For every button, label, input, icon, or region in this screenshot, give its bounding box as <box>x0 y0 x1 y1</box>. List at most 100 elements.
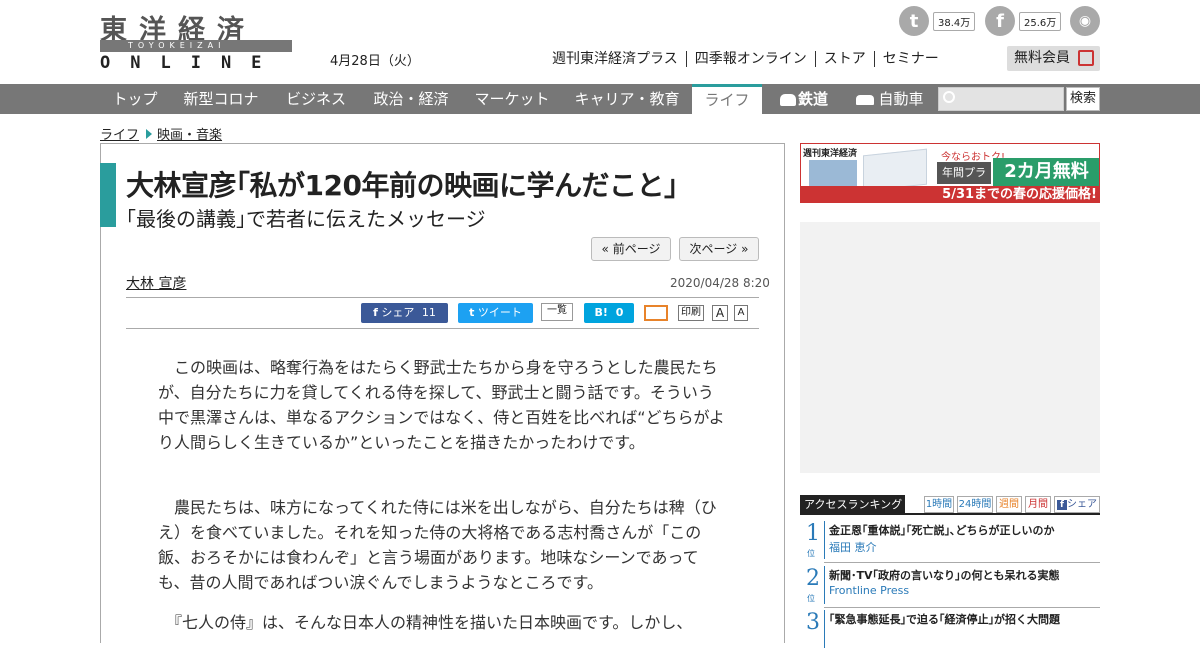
subscription-banner[interactable]: 週刊東洋経済 今ならおトク! 年間プラン 2カ月無料 5/31までの春の応援価格… <box>800 143 1100 203</box>
search-button[interactable]: 検索 <box>1066 87 1100 111</box>
prev-page-button[interactable]: « 前ページ <box>591 237 671 261</box>
breadcrumb: ライフ 映画・音楽 <box>100 124 222 143</box>
divider-top <box>126 297 759 298</box>
logo-online: ONLINE <box>100 53 282 73</box>
article-date: 2020/04/28 8:20 <box>670 276 770 290</box>
twitter-icon: t <box>899 6 929 36</box>
fb-share-count: 11 <box>421 306 436 319</box>
paragraph-2: 農民たちは、味方になってくれた侍には米を出しながら、自分たちは稗（ひえ）を食べて… <box>158 498 717 592</box>
rank-divider <box>824 610 825 648</box>
facebook-share-icon: f <box>373 306 378 319</box>
link-weekly-plus[interactable]: 週刊東洋経済プラス <box>552 51 686 67</box>
ranking-header: アクセスランキング 1時間 24時間 週間 月間 f シェア <box>800 495 1100 515</box>
rank-suffix: 位 <box>807 594 815 603</box>
font-small-button[interactable]: A <box>734 305 748 321</box>
ranking-tab-24h[interactable]: 24時間 <box>957 496 993 513</box>
ad-placeholder[interactable] <box>800 222 1100 473</box>
rank-number: 3 <box>806 610 820 635</box>
rank-number: 1 <box>806 521 820 546</box>
twitter-follow[interactable]: t 38.4万 <box>899 6 976 36</box>
link-seminar[interactable]: セミナー <box>873 51 947 67</box>
top-links: 週刊東洋経済プラス 四季報オンライン ストア セミナー <box>552 51 947 67</box>
member-label: 無料会員 <box>1014 50 1070 66</box>
hatena-label: B! <box>594 306 608 319</box>
rank-title[interactable]: 新聞･TV｢政府の言いなり｣の何とも呆れる実態 <box>829 567 1060 583</box>
search-icon <box>943 91 955 103</box>
link-shikiho[interactable]: 四季報オンライン <box>685 51 815 67</box>
ranking-tab-share[interactable]: f シェア <box>1054 496 1100 513</box>
breadcrumb-arrow-icon <box>146 129 153 139</box>
banner-brand: 週刊東洋経済 <box>803 149 858 159</box>
ranking-tab-month[interactable]: 月間 <box>1025 496 1051 513</box>
site-logo[interactable]: 東洋経済 TOYOKEIZAI ONLINE <box>100 8 292 73</box>
site-header: 東洋経済 TOYOKEIZAI ONLINE 4月28日（火） t 38.4万 … <box>0 0 1200 84</box>
ranking-tab-share-label: シェア <box>1067 499 1097 510</box>
train-icon <box>779 93 796 106</box>
facebook-count: 25.6万 <box>1019 11 1062 31</box>
rank-title[interactable]: 金正恩｢重体説｣｢死亡説｣､どちらが正しいのか <box>829 522 1055 538</box>
divider-bottom <box>126 328 759 329</box>
banner-bottom: 5/31までの春の応援価格! <box>801 186 1099 202</box>
ranking-item[interactable]: 1 位 金正恩｢重体説｣｢死亡説｣､どちらが正しいのか 福田 恵介 <box>800 519 1100 563</box>
banner-plan: 年間プラン <box>937 162 991 201</box>
article-subtitle: ｢最後の講義｣で若者に伝えたメッセージ <box>126 207 486 231</box>
ranking-item[interactable]: 2 位 新聞･TV｢政府の言いなり｣の何とも呆れる実態 Frontline Pr… <box>800 564 1100 608</box>
rank-divider <box>824 566 825 604</box>
hatena-bookmark-button[interactable]: B! 0 <box>584 303 634 323</box>
ranking-tab-1h[interactable]: 1時間 <box>924 496 954 513</box>
free-member-button[interactable]: 無料会員 <box>1007 46 1100 71</box>
twitter-count: 38.4万 <box>933 11 976 31</box>
rank-author[interactable]: Frontline Press <box>829 584 909 597</box>
header-date: 4月28日（火） <box>330 54 420 69</box>
breadcrumb-life[interactable]: ライフ <box>100 128 139 143</box>
rank-number: 2 <box>806 566 820 591</box>
nav-market[interactable]: マーケット <box>462 84 562 114</box>
nav-car-label: 自動車 <box>878 90 924 108</box>
banner-offer: 2カ月無料 <box>993 158 1099 186</box>
nav-business[interactable]: ビジネス <box>274 84 358 114</box>
fb-share-label: シェア <box>381 306 415 319</box>
rank-suffix: 位 <box>807 549 815 558</box>
tweet-button[interactable]: t ツイート <box>458 303 533 323</box>
link-store[interactable]: ストア <box>814 51 874 67</box>
logo-sub: TOYOKEIZAI <box>128 41 226 50</box>
nav-railway-label: 鉄道 <box>797 90 828 108</box>
rank-divider <box>824 521 825 559</box>
facebook-share-button[interactable]: f シェア 11 <box>361 303 448 323</box>
nav-top[interactable]: トップ <box>100 84 170 114</box>
rank-author[interactable]: 福田 恵介 <box>829 539 877 555</box>
rank-title[interactable]: ｢緊急事態延長｣で迫る｢経済停止｣が招く大問題 <box>829 611 1060 627</box>
article-title: 大林宣彦｢私が120年前の映画に学んだこと｣ <box>126 169 678 202</box>
magazine-image <box>863 148 927 192</box>
mail-icon[interactable] <box>644 305 668 321</box>
rank-separator <box>824 562 1100 563</box>
facebook-icon: f <box>985 6 1015 36</box>
article-author[interactable]: 大林 宣彦 <box>126 273 186 293</box>
print-button[interactable]: 印刷 <box>678 305 704 321</box>
breadcrumb-movie-music[interactable]: 映画・音楽 <box>157 128 222 143</box>
nav-car[interactable]: 自動車 <box>854 84 926 114</box>
next-page-button[interactable]: 次ページ » <box>679 237 759 261</box>
tweet-label: ツイート <box>477 306 522 319</box>
rss-link[interactable]: ◉ <box>1070 6 1100 36</box>
ranking-item[interactable]: 3 ｢緊急事態延長｣で迫る｢経済停止｣が招く大問題 <box>800 608 1100 652</box>
title-accent-bar <box>100 163 116 227</box>
nav-politics[interactable]: 政治・経済 <box>362 84 460 114</box>
font-large-button[interactable]: A <box>712 305 728 321</box>
twitter-share-icon: t <box>469 306 475 319</box>
rss-icon: ◉ <box>1070 6 1100 36</box>
nav-life[interactable]: ライフ <box>692 84 762 114</box>
nav-career[interactable]: キャリア・教育 <box>564 84 690 114</box>
facebook-tab-icon: f <box>1057 500 1067 510</box>
gift-icon <box>1078 50 1094 66</box>
ranking-tab-week[interactable]: 週間 <box>996 496 1022 513</box>
car-icon <box>856 94 875 105</box>
tweet-list-link[interactable]: 一覧 <box>541 303 573 321</box>
ranking-label: アクセスランキング <box>800 495 905 515</box>
paragraph-3: 『七人の侍』は、そんな日本人の精神性を描いた日本映画です。しかし、 <box>158 613 693 632</box>
nav-railway[interactable]: 鉄道 <box>776 84 832 114</box>
nav-corona[interactable]: 新型コロナ <box>172 84 270 114</box>
search-input[interactable] <box>938 87 1064 111</box>
facebook-follow[interactable]: f 25.6万 <box>985 6 1062 36</box>
hatena-count: 0 <box>615 306 624 319</box>
